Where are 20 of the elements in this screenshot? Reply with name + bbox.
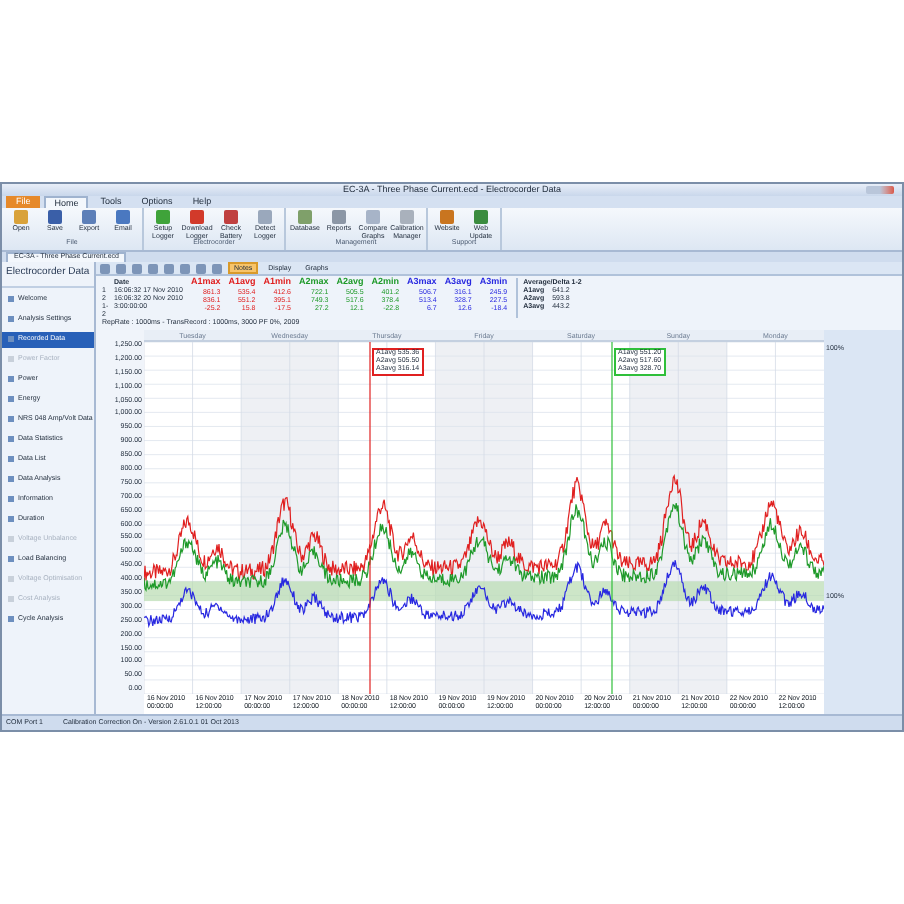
list-icon bbox=[8, 356, 14, 363]
list-icon bbox=[8, 516, 14, 523]
list-icon bbox=[8, 396, 14, 403]
cursor-line[interactable] bbox=[611, 341, 613, 694]
list-icon bbox=[8, 496, 14, 503]
list-icon bbox=[8, 556, 14, 563]
list-icon bbox=[8, 456, 14, 463]
list-icon bbox=[8, 596, 14, 603]
list-icon bbox=[8, 376, 14, 383]
list-icon bbox=[8, 416, 14, 423]
list-icon bbox=[8, 616, 14, 623]
list-icon bbox=[8, 436, 14, 443]
list-icon bbox=[8, 476, 14, 483]
list-icon bbox=[8, 536, 14, 543]
list-icon bbox=[8, 296, 14, 303]
window-controls-icon[interactable] bbox=[866, 186, 894, 194]
list-icon bbox=[8, 316, 14, 323]
list-icon bbox=[8, 576, 14, 583]
list-icon bbox=[8, 336, 14, 343]
cursor-line[interactable] bbox=[369, 341, 371, 694]
